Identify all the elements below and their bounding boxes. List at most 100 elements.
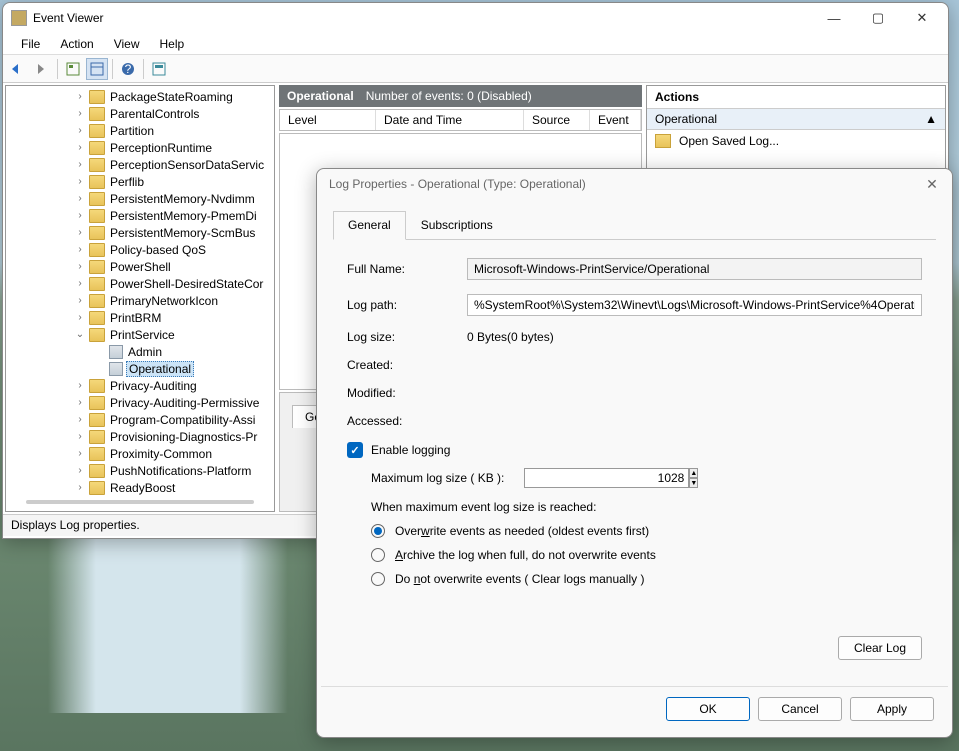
tree-item-admin[interactable]: Admin [6, 343, 274, 360]
action-label: Open Saved Log... [679, 134, 779, 148]
tree-item-powershell-desiredstatecor[interactable]: ›PowerShell-DesiredStateCor [6, 275, 274, 292]
tree-item-label: PrimaryNetworkIcon [108, 294, 220, 308]
tree-item-privacy-auditing-permissive[interactable]: ›Privacy-Auditing-Permissive [6, 394, 274, 411]
expand-icon[interactable]: › [74, 91, 86, 102]
col-event[interactable]: Event [590, 110, 641, 130]
help-button[interactable]: ? [117, 58, 139, 80]
expand-icon[interactable]: ⌄ [74, 329, 86, 340]
tree-item-provisioning-diagnostics-pr[interactable]: ›Provisioning-Diagnostics-Pr [6, 428, 274, 445]
max-size-input[interactable] [524, 468, 689, 488]
expand-icon[interactable]: › [74, 261, 86, 272]
expand-icon[interactable]: › [74, 295, 86, 306]
expand-icon[interactable]: › [74, 142, 86, 153]
tree-item-persistentmemory-nvdimm[interactable]: › PersistentMemory-Nvdimm [6, 190, 274, 207]
forward-button[interactable] [31, 58, 53, 80]
minimize-button[interactable]: — [812, 4, 856, 32]
refresh-button[interactable] [148, 58, 170, 80]
created-label: Created: [347, 358, 467, 372]
cancel-button[interactable]: Cancel [758, 697, 842, 721]
col-level[interactable]: Level [280, 110, 376, 130]
radio-overwrite[interactable]: Overwrite events as needed (oldest event… [371, 524, 922, 538]
expand-icon[interactable]: › [74, 193, 86, 204]
expand-icon[interactable]: › [74, 380, 86, 391]
expand-icon[interactable]: › [74, 125, 86, 136]
collapse-icon[interactable]: ▲ [925, 112, 937, 126]
expand-icon[interactable]: › [74, 108, 86, 119]
tree-item-printbrm[interactable]: › PrintBRM [6, 309, 274, 326]
tree-item-label: PrintBRM [108, 311, 163, 325]
titlebar[interactable]: Event Viewer — ▢ ✕ [3, 3, 948, 33]
tree-item-perceptionruntime[interactable]: ›PerceptionRuntime [6, 139, 274, 156]
tree-item-powershell[interactable]: ›PowerShell [6, 258, 274, 275]
tree-item-label: Policy-based QoS [108, 243, 208, 257]
folder-icon [89, 107, 105, 121]
max-size-spinner[interactable]: ▲ ▼ [524, 468, 664, 488]
tree-item-persistentmemory-scmbus[interactable]: ›PersistentMemory-ScmBus [6, 224, 274, 241]
radio-archive[interactable]: Archive the log when full, do not overwr… [371, 548, 922, 562]
expand-icon[interactable]: › [74, 431, 86, 442]
expand-icon[interactable]: › [74, 414, 86, 425]
tree-item-pushnotifications-platform[interactable]: ›PushNotifications-Platform [6, 462, 274, 479]
tree-item-printservice[interactable]: ⌄PrintService [6, 326, 274, 343]
menu-action[interactable]: Action [50, 34, 103, 54]
expand-icon[interactable]: › [74, 227, 86, 238]
expand-icon[interactable]: › [74, 159, 86, 170]
maximize-button[interactable]: ▢ [856, 4, 900, 32]
back-button[interactable] [7, 58, 29, 80]
menubar: File Action View Help [3, 33, 948, 55]
menu-help[interactable]: Help [150, 34, 195, 54]
tree-item-readyboost[interactable]: ›ReadyBoost [6, 479, 274, 496]
tree-item-primarynetworkicon[interactable]: › PrimaryNetworkIcon [6, 292, 274, 309]
expand-icon[interactable]: › [74, 278, 86, 289]
menu-file[interactable]: File [11, 34, 50, 54]
actions-subheader[interactable]: Operational ▲ [647, 109, 945, 130]
spin-down-button[interactable]: ▼ [689, 478, 698, 488]
tree-item-persistentmemory-pmemdi[interactable]: ›PersistentMemory-PmemDi [6, 207, 274, 224]
expand-icon[interactable]: › [74, 482, 86, 493]
tab-subscriptions[interactable]: Subscriptions [406, 211, 508, 239]
folder-icon [89, 243, 105, 257]
properties-button[interactable] [86, 58, 108, 80]
folder-icon [89, 481, 105, 495]
expand-icon[interactable]: › [74, 176, 86, 187]
tree-item-program-compatibility-assi[interactable]: ›Program-Compatibility-Assi [6, 411, 274, 428]
tree-item-parentalcontrols[interactable]: ›ParentalControls [6, 105, 274, 122]
show-tree-button[interactable] [62, 58, 84, 80]
tree-item-operational[interactable]: Operational [6, 360, 274, 377]
tree-item-perflib[interactable]: ›Perflib [6, 173, 274, 190]
col-date[interactable]: Date and Time [376, 110, 524, 130]
folder-open-icon [655, 134, 671, 148]
full-name-field[interactable] [467, 258, 922, 280]
radio-overwrite-label: Overwrite events as needed (oldest event… [395, 524, 649, 538]
expand-icon[interactable]: › [74, 312, 86, 323]
radio-donot-label: Do not overwrite events ( Clear logs man… [395, 572, 644, 586]
modified-label: Modified: [347, 386, 467, 400]
col-source[interactable]: Source [524, 110, 590, 130]
expand-icon[interactable]: › [74, 210, 86, 221]
tab-general[interactable]: General [333, 211, 406, 240]
enable-logging-checkbox[interactable]: ✓ Enable logging [347, 442, 922, 458]
expand-icon[interactable]: › [74, 244, 86, 255]
action-open-saved-log[interactable]: Open Saved Log... [647, 130, 945, 152]
expand-icon[interactable]: › [74, 465, 86, 476]
expand-icon[interactable]: › [74, 397, 86, 408]
tree-item-perceptionsensordataservic[interactable]: ›PerceptionSensorDataServic [6, 156, 274, 173]
radio-do-not-overwrite[interactable]: Do not overwrite events ( Clear logs man… [371, 572, 922, 586]
tree-item-partition[interactable]: ›Partition [6, 122, 274, 139]
tree-item-policy-based-qos[interactable]: › Policy-based QoS [6, 241, 274, 258]
apply-button[interactable]: Apply [850, 697, 934, 721]
spin-up-button[interactable]: ▲ [689, 468, 698, 478]
tree-item-label: PersistentMemory-Nvdimm [108, 192, 257, 206]
menu-view[interactable]: View [104, 34, 150, 54]
close-button[interactable]: ✕ [900, 4, 944, 32]
tree-item-proximity-common[interactable]: ›Proximity-Common [6, 445, 274, 462]
tree-item-packagestateroaming[interactable]: ›PackageStateRoaming [6, 88, 274, 105]
tree-item-privacy-auditing[interactable]: ›Privacy-Auditing [6, 377, 274, 394]
log-path-field[interactable] [467, 294, 922, 316]
expand-icon[interactable]: › [74, 448, 86, 459]
dialog-close-button[interactable]: ✕ [916, 171, 948, 197]
ok-button[interactable]: OK [666, 697, 750, 721]
folder-icon [89, 328, 105, 342]
clear-log-button[interactable]: Clear Log [838, 636, 922, 660]
tree[interactable]: ›PackageStateRoaming›ParentalControls›Pa… [6, 86, 274, 511]
